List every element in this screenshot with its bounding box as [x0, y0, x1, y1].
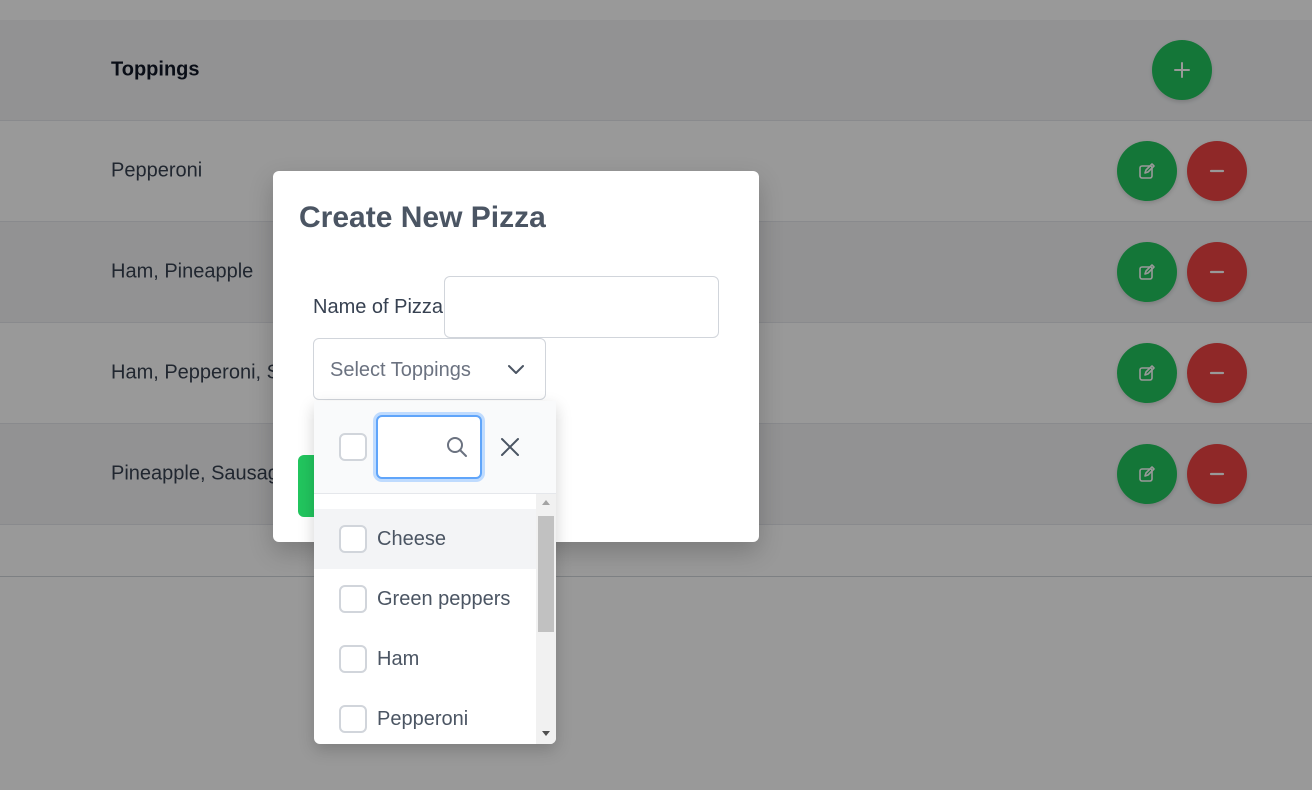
scroll-up-arrow-icon[interactable] [542, 500, 550, 505]
topping-option[interactable]: Green peppers [314, 569, 536, 629]
topping-option-label: Ham [377, 648, 420, 670]
dropdown-header [314, 401, 556, 494]
toppings-option-list: Cheese Green peppers Ham Pepperoni [314, 509, 536, 744]
topping-checkbox[interactable] [339, 705, 367, 733]
chevron-down-icon [508, 365, 524, 374]
topping-option-label: Green peppers [377, 588, 511, 610]
topping-checkbox[interactable] [339, 645, 367, 673]
topping-option[interactable]: Cheese [314, 509, 536, 569]
search-icon [447, 437, 467, 457]
dropdown-scrollbar[interactable] [536, 494, 556, 744]
pizza-name-label: Name of Pizza [313, 296, 444, 318]
toppings-search-input[interactable] [376, 415, 482, 479]
scroll-down-arrow-icon[interactable] [542, 731, 550, 736]
topping-option-label: Cheese [377, 528, 446, 550]
toppings-dropdown: Cheese Green peppers Ham Pepperoni [314, 401, 556, 744]
topping-checkbox[interactable] [339, 585, 367, 613]
select-all-checkbox[interactable] [339, 433, 367, 461]
scrollbar-thumb[interactable] [538, 516, 554, 632]
topping-option-label: Pepperoni [377, 708, 469, 730]
topping-checkbox[interactable] [339, 525, 367, 553]
close-icon[interactable] [498, 435, 522, 459]
toppings-select[interactable]: Select Toppings [313, 338, 546, 400]
topping-option[interactable]: Pepperoni [314, 689, 536, 744]
topping-option[interactable]: Ham [314, 629, 536, 689]
modal-title: Create New Pizza [299, 201, 546, 234]
pizza-name-input[interactable] [444, 276, 719, 338]
toppings-select-placeholder: Select Toppings [330, 359, 471, 381]
